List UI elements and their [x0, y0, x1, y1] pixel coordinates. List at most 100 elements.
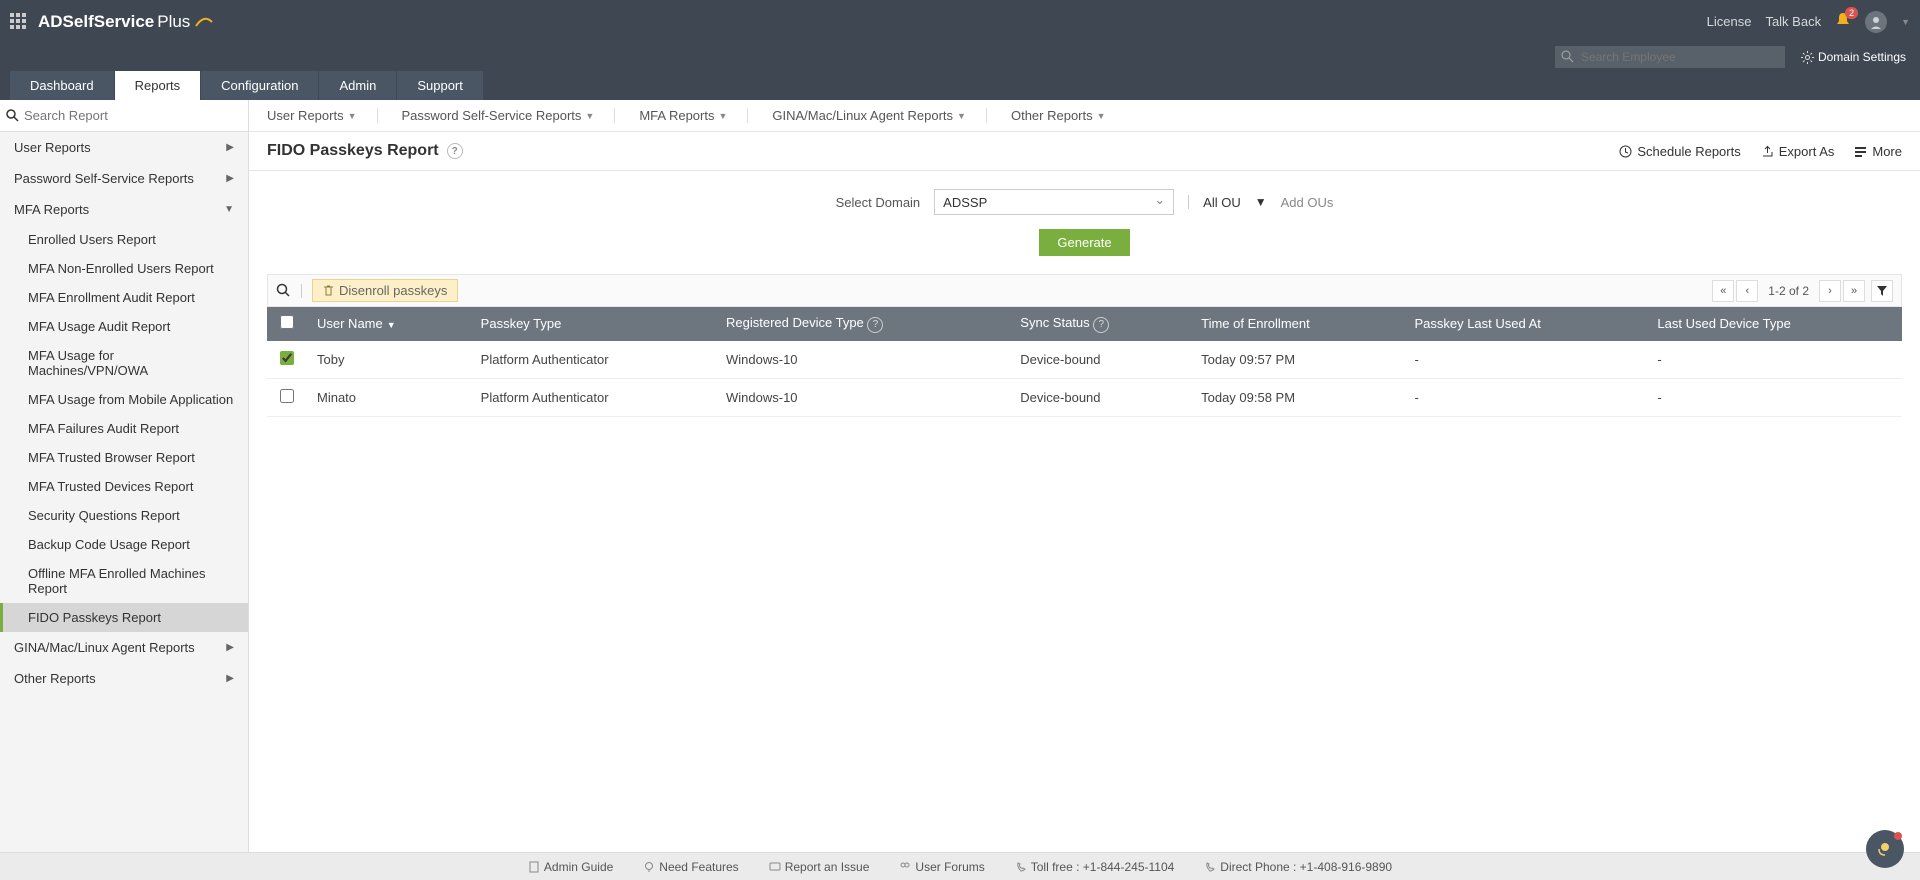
- sidebar-mfa-child[interactable]: FIDO Passkeys Report: [0, 603, 248, 632]
- sidebar-gina-reports[interactable]: GINA/Mac/Linux Agent Reports▶: [0, 632, 248, 663]
- col-passkey-type[interactable]: Passkey Type: [471, 307, 716, 341]
- table-row: Minato Platform Authenticator Windows-10…: [267, 378, 1902, 416]
- logo-swoosh-icon: [194, 12, 214, 32]
- clock-icon: [1619, 145, 1632, 158]
- domain-settings-button[interactable]: Domain Settings: [1795, 50, 1912, 64]
- page-last-button[interactable]: »: [1843, 280, 1865, 302]
- sidebar-mfa-child[interactable]: MFA Trusted Devices Report: [0, 472, 248, 501]
- license-link[interactable]: License: [1707, 14, 1752, 29]
- search-report-input[interactable]: [20, 104, 242, 127]
- row-checkbox[interactable]: [280, 351, 294, 365]
- tab-support[interactable]: Support: [397, 71, 483, 100]
- help-icon[interactable]: ?: [1093, 317, 1109, 333]
- row-checkbox[interactable]: [280, 389, 294, 403]
- page-next-button[interactable]: ›: [1819, 280, 1841, 302]
- main-tabs: Dashboard Reports Configuration Admin Su…: [0, 71, 1920, 100]
- tab-admin[interactable]: Admin: [319, 71, 396, 100]
- tab-reports[interactable]: Reports: [115, 71, 201, 100]
- help-icon[interactable]: ?: [447, 143, 463, 159]
- sidebar-other-reports[interactable]: Other Reports▶: [0, 663, 248, 694]
- col-last-device[interactable]: Last Used Device Type: [1647, 307, 1902, 341]
- sidebar-mfa-child[interactable]: Security Questions Report: [0, 501, 248, 530]
- funnel-icon[interactable]: ▼: [1255, 195, 1267, 209]
- sidebar-mfa-child[interactable]: Enrolled Users Report: [0, 225, 248, 254]
- sidebar-mfa-child[interactable]: Backup Code Usage Report: [0, 530, 248, 559]
- app-name: ADSelfService: [38, 12, 154, 32]
- chevron-right-icon: ▶: [226, 142, 234, 153]
- cell-ptype: Platform Authenticator: [471, 341, 716, 379]
- phone-icon: [1204, 861, 1216, 873]
- sidebar-mfa-child[interactable]: MFA Usage for Machines/VPN/OWA: [0, 341, 248, 385]
- sidebar-mfa-child[interactable]: Offline MFA Enrolled Machines Report: [0, 559, 248, 603]
- col-sync-status[interactable]: Sync Status ?: [1010, 307, 1191, 341]
- subnav-pss-reports[interactable]: Password Self-Service Reports ▼: [402, 108, 616, 123]
- chat-fab-button[interactable]: [1866, 830, 1904, 868]
- search-icon[interactable]: [276, 283, 291, 298]
- search-icon: [6, 109, 20, 123]
- cell-device: Windows-10: [716, 378, 1010, 416]
- export-as-button[interactable]: Export As: [1761, 144, 1835, 159]
- sidebar-mfa-child[interactable]: MFA Usage Audit Report: [0, 312, 248, 341]
- report-table: User Name▼ Passkey Type Registered Devic…: [267, 307, 1902, 417]
- tab-configuration[interactable]: Configuration: [201, 71, 318, 100]
- sidebar-item-label: GINA/Mac/Linux Agent Reports: [14, 640, 195, 655]
- people-icon: [899, 861, 911, 873]
- sidebar-item-label: Other Reports: [14, 671, 96, 686]
- more-icon: [1854, 145, 1867, 158]
- talkback-link[interactable]: Talk Back: [1765, 14, 1821, 29]
- generate-button[interactable]: Generate: [1039, 229, 1129, 256]
- disenroll-passkeys-button[interactable]: Disenroll passkeys: [312, 279, 458, 302]
- subnav-mfa-reports[interactable]: MFA Reports ▼: [639, 108, 748, 123]
- sidebar-pss-reports[interactable]: Password Self-Service Reports▶: [0, 163, 248, 194]
- sidebar-item-label: MFA Reports: [14, 202, 89, 217]
- subnav-other-reports[interactable]: Other Reports ▼: [1011, 108, 1126, 123]
- domain-settings-label: Domain Settings: [1818, 50, 1906, 64]
- subnav-user-reports[interactable]: User Reports ▼: [267, 108, 378, 123]
- col-last-used[interactable]: Passkey Last Used At: [1404, 307, 1647, 341]
- schedule-reports-button[interactable]: Schedule Reports: [1619, 144, 1740, 159]
- page-first-button[interactable]: «: [1712, 280, 1734, 302]
- search-employee-input[interactable]: [1555, 46, 1785, 68]
- sidebar-mfa-child[interactable]: MFA Failures Audit Report: [0, 414, 248, 443]
- need-features-link[interactable]: Need Features: [643, 860, 738, 874]
- sidebar-mfa-reports[interactable]: MFA Reports ▼: [0, 194, 248, 225]
- sidebar-user-reports[interactable]: User Reports▶: [0, 132, 248, 163]
- chevron-down-icon: ▼: [224, 204, 234, 215]
- user-menu-icon[interactable]: [1865, 11, 1887, 33]
- cell-device: Windows-10: [716, 341, 1010, 379]
- subnav-gina-reports[interactable]: GINA/Mac/Linux Agent Reports ▼: [772, 108, 987, 123]
- domain-select[interactable]: ADSSP: [934, 189, 1174, 215]
- cell-time: Today 09:57 PM: [1191, 341, 1404, 379]
- user-menu-caret-icon[interactable]: ▼: [1901, 17, 1910, 27]
- col-enroll-time[interactable]: Time of Enrollment: [1191, 307, 1404, 341]
- col-device-type[interactable]: Registered Device Type ?: [716, 307, 1010, 341]
- add-ous-link[interactable]: Add OUs: [1281, 195, 1334, 210]
- help-icon[interactable]: ?: [867, 317, 883, 333]
- select-domain-label: Select Domain: [836, 195, 921, 210]
- table-row: Toby Platform Authenticator Windows-10 D…: [267, 341, 1902, 379]
- pagination: « ‹ 1-2 of 2 › »: [1712, 280, 1865, 302]
- sidebar-item-label: Password Self-Service Reports: [14, 171, 194, 186]
- notification-bell-icon[interactable]: 2: [1835, 12, 1851, 31]
- report-issue-link[interactable]: Report an Issue: [769, 860, 870, 874]
- admin-guide-link[interactable]: Admin Guide: [528, 860, 613, 874]
- page-prev-button[interactable]: ‹: [1736, 280, 1758, 302]
- apps-grid-icon[interactable]: [10, 13, 28, 31]
- select-all-checkbox[interactable]: [280, 315, 294, 329]
- more-button[interactable]: More: [1854, 144, 1902, 159]
- gear-icon: [1801, 51, 1814, 64]
- tab-dashboard[interactable]: Dashboard: [10, 71, 114, 100]
- sidebar-mfa-child[interactable]: MFA Enrollment Audit Report: [0, 283, 248, 312]
- sidebar-mfa-child[interactable]: MFA Usage from Mobile Application: [0, 385, 248, 414]
- sidebar-mfa-child[interactable]: MFA Non-Enrolled Users Report: [0, 254, 248, 283]
- app-suffix: Plus: [157, 12, 190, 32]
- cell-ptype: Platform Authenticator: [471, 378, 716, 416]
- user-forums-link[interactable]: User Forums: [899, 860, 984, 874]
- page-count: 1-2 of 2: [1760, 284, 1817, 298]
- filter-button[interactable]: [1871, 280, 1893, 302]
- sidebar-mfa-child[interactable]: MFA Trusted Browser Report: [0, 443, 248, 472]
- doc-icon: [528, 861, 540, 873]
- cell-lastdev: -: [1647, 378, 1902, 416]
- col-username[interactable]: User Name▼: [307, 307, 471, 341]
- cell-last: -: [1404, 378, 1647, 416]
